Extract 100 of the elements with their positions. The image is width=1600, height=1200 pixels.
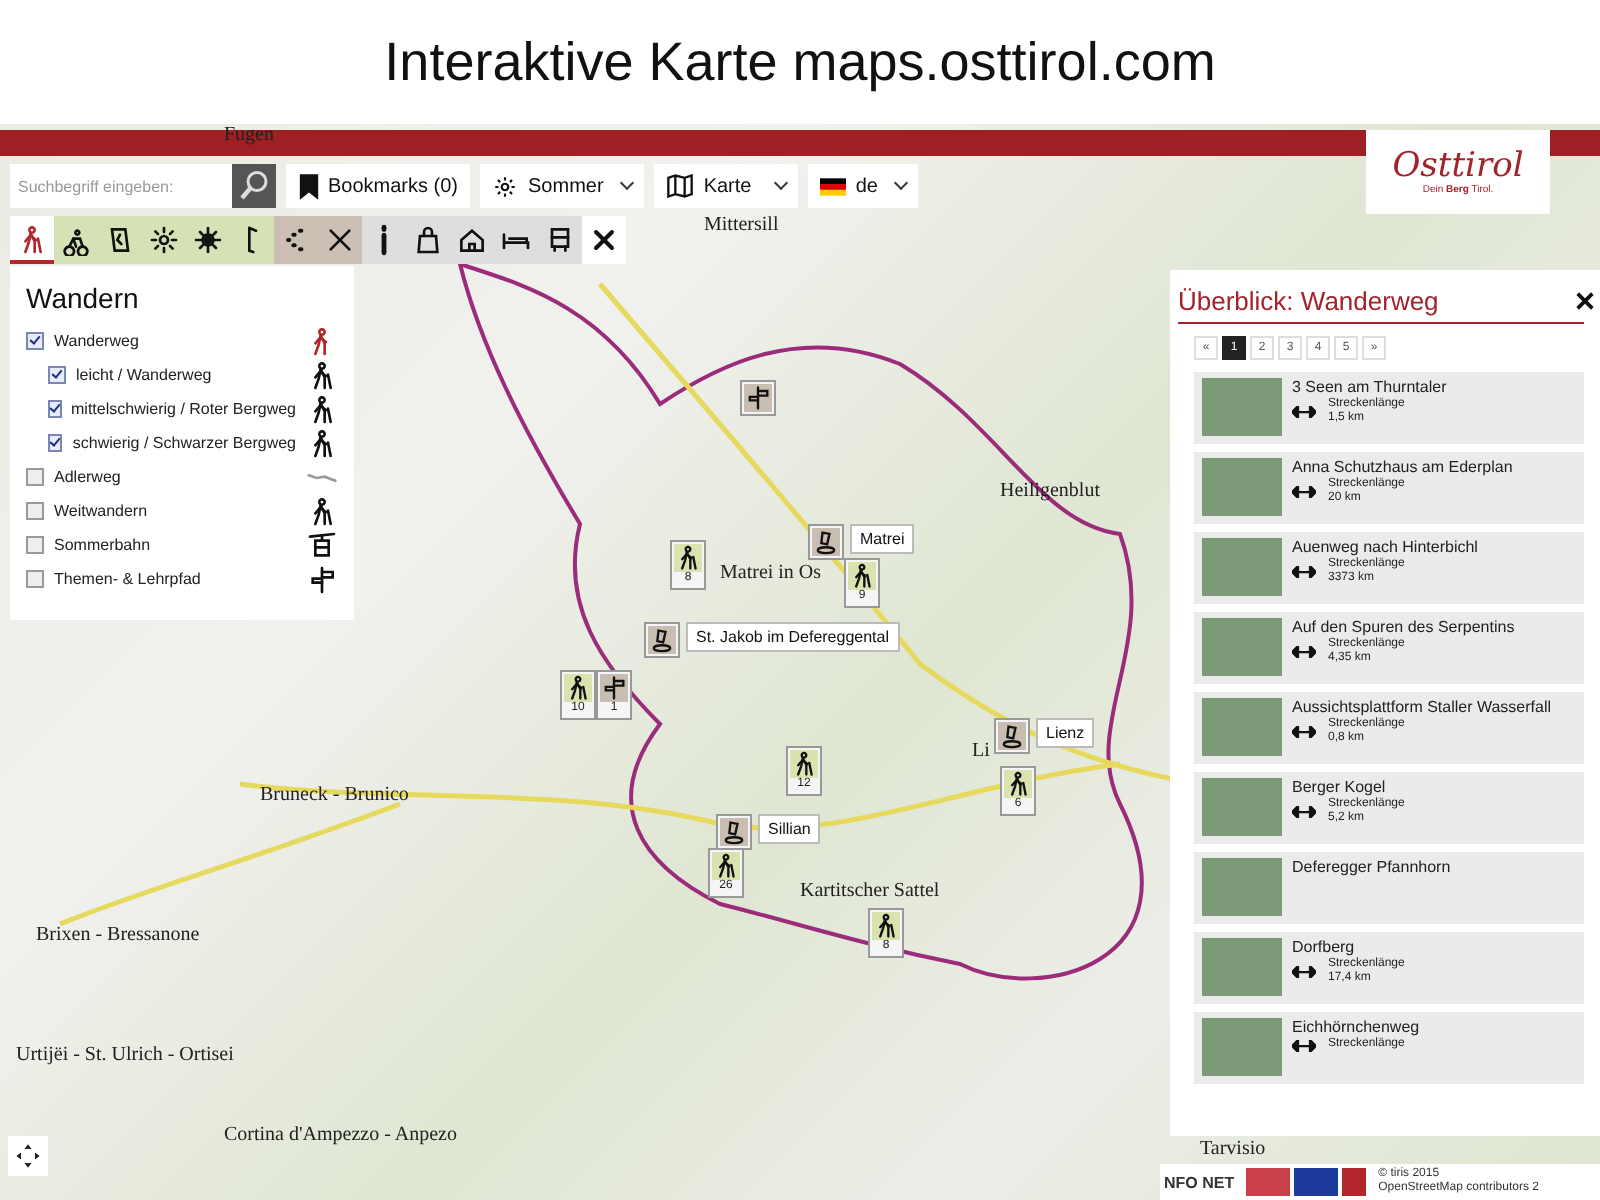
signpost-icon bbox=[600, 674, 628, 702]
legend-label[interactable]: Sommerbahn bbox=[54, 536, 296, 554]
close-icon bbox=[588, 224, 620, 256]
photo-placeholder bbox=[1202, 698, 1282, 756]
category-button[interactable] bbox=[274, 216, 318, 264]
double-arrow-icon bbox=[1292, 486, 1316, 498]
hiker-icon bbox=[790, 750, 818, 778]
legend-label[interactable]: schwierig / Schwarzer Bergweg bbox=[72, 434, 296, 452]
legend-label[interactable]: Adlerweg bbox=[54, 468, 296, 486]
trail-title: Anna Schutzhaus am Ederplan bbox=[1292, 458, 1513, 476]
place-tag[interactable]: Sillian bbox=[758, 814, 821, 844]
double-arrow-icon bbox=[1292, 566, 1316, 578]
season-dropdown[interactable]: Sommer bbox=[480, 164, 644, 208]
legend-label[interactable]: Wanderweg bbox=[54, 332, 296, 350]
place-tag[interactable]: Lienz bbox=[1036, 718, 1095, 748]
photo-placeholder bbox=[1202, 618, 1282, 676]
map-marker[interactable] bbox=[740, 380, 776, 416]
photo-placeholder bbox=[1202, 458, 1282, 516]
checkbox[interactable] bbox=[48, 434, 63, 452]
place-tag[interactable]: St. Jakob im Defereggental bbox=[686, 622, 899, 652]
star-burst-icon bbox=[192, 224, 224, 256]
checkbox[interactable] bbox=[48, 400, 62, 418]
photo-placeholder bbox=[1202, 1018, 1282, 1076]
legend-title: Wandern bbox=[26, 282, 141, 314]
hiker-icon bbox=[674, 544, 702, 572]
place-name: Tarvisio bbox=[1200, 1138, 1266, 1160]
trail-card[interactable]: Deferegger Pfannhorn bbox=[1194, 852, 1584, 924]
trail-title: Deferegger Pfannhorn bbox=[1292, 858, 1451, 876]
trail-title: Aussichtsplattform Staller Wasserfall bbox=[1292, 698, 1552, 716]
category-button[interactable] bbox=[582, 216, 626, 264]
search-button[interactable] bbox=[232, 164, 276, 208]
double-arrow-icon bbox=[1292, 966, 1316, 978]
checkbox[interactable] bbox=[48, 366, 66, 384]
place-name: Fugen bbox=[224, 124, 274, 146]
trail-title: 3 Seen am Thurntaler bbox=[1292, 378, 1447, 396]
category-button[interactable] bbox=[362, 216, 406, 264]
trail-title: Auf den Spuren des Serpentins bbox=[1292, 618, 1515, 636]
place-name: Cortina d'Ampezzo - Anpezo bbox=[224, 1124, 457, 1146]
sun-icon bbox=[492, 173, 519, 199]
map-marker[interactable] bbox=[644, 622, 680, 658]
signpost-icon bbox=[744, 384, 772, 412]
flag-icon bbox=[819, 177, 846, 195]
close-icon[interactable] bbox=[1574, 290, 1596, 312]
legend-label[interactable]: Themen- & Lehrpfad bbox=[54, 570, 296, 588]
hiker-icon bbox=[872, 912, 900, 940]
place-name: Bruneck - Brunico bbox=[260, 784, 409, 806]
search-field[interactable]: Suchbegriff eingeben: bbox=[10, 164, 232, 208]
map-type-dropdown[interactable]: Karte bbox=[653, 164, 798, 208]
place-name: Brixen - Bressanone bbox=[36, 924, 200, 946]
bookmarks-button[interactable]: Bookmarks (0) bbox=[286, 164, 471, 208]
place-tag[interactable]: Matrei bbox=[850, 524, 915, 554]
place-name: Kartitscher Sattel bbox=[800, 880, 940, 902]
shopping-bag-icon bbox=[412, 224, 444, 256]
double-arrow-icon bbox=[1292, 646, 1316, 658]
checkbox[interactable] bbox=[26, 570, 44, 588]
language-dropdown[interactable]: de bbox=[807, 164, 918, 208]
category-button[interactable] bbox=[538, 216, 582, 264]
category-button[interactable] bbox=[318, 216, 362, 264]
category-button[interactable] bbox=[230, 216, 274, 264]
place-name: Urtijëi - St. Ulrich - Ortisei bbox=[16, 1044, 234, 1066]
locate-button[interactable] bbox=[8, 1136, 48, 1176]
map-marker[interactable] bbox=[808, 524, 844, 560]
map-view[interactable] bbox=[0, 124, 1600, 1200]
hiker-icon bbox=[848, 562, 876, 590]
bookmark-icon bbox=[298, 173, 320, 199]
crosshair-icon bbox=[14, 1142, 42, 1170]
gondola-icon bbox=[306, 529, 338, 561]
hiker-icon bbox=[712, 852, 740, 880]
double-arrow-icon bbox=[1292, 726, 1316, 738]
legend-label[interactable]: Weitwandern bbox=[54, 502, 296, 520]
map-marker[interactable] bbox=[994, 718, 1030, 754]
photo-placeholder bbox=[1202, 378, 1282, 436]
checkbox[interactable] bbox=[26, 468, 44, 486]
photo-placeholder bbox=[1202, 938, 1282, 996]
category-button[interactable] bbox=[54, 216, 98, 264]
photo-placeholder bbox=[1202, 778, 1282, 836]
map-marker[interactable] bbox=[716, 814, 752, 850]
bicycle-icon bbox=[60, 224, 92, 256]
hiker-icon bbox=[1004, 770, 1032, 798]
checkbox[interactable] bbox=[26, 502, 44, 520]
category-button[interactable] bbox=[10, 216, 54, 264]
legend-label[interactable]: mittelschwierig / Roter Bergweg bbox=[71, 400, 296, 418]
hiker-icon bbox=[564, 674, 592, 702]
signpost-icon bbox=[306, 563, 338, 595]
info-icon bbox=[376, 224, 392, 256]
photo-placeholder bbox=[1202, 538, 1282, 596]
trail-line-icon bbox=[306, 471, 338, 483]
sun-icon bbox=[148, 224, 180, 256]
double-arrow-icon bbox=[1292, 1039, 1316, 1051]
trail-title: Dorfberg bbox=[1292, 938, 1357, 956]
place-name: Matrei in Os bbox=[720, 562, 822, 584]
photo-placeholder bbox=[1202, 858, 1282, 916]
panel-title: Überblick: Wanderweg bbox=[1178, 286, 1439, 316]
double-arrow-icon bbox=[1292, 806, 1316, 818]
checkbox[interactable] bbox=[26, 536, 44, 554]
checkbox[interactable] bbox=[26, 332, 44, 350]
brand-logo: NFO NET bbox=[1164, 1173, 1235, 1191]
legend-label[interactable]: leicht / Wanderweg bbox=[76, 366, 296, 384]
logo-wordmark: Osttirol bbox=[1392, 148, 1524, 184]
place-name: Li bbox=[972, 740, 990, 762]
